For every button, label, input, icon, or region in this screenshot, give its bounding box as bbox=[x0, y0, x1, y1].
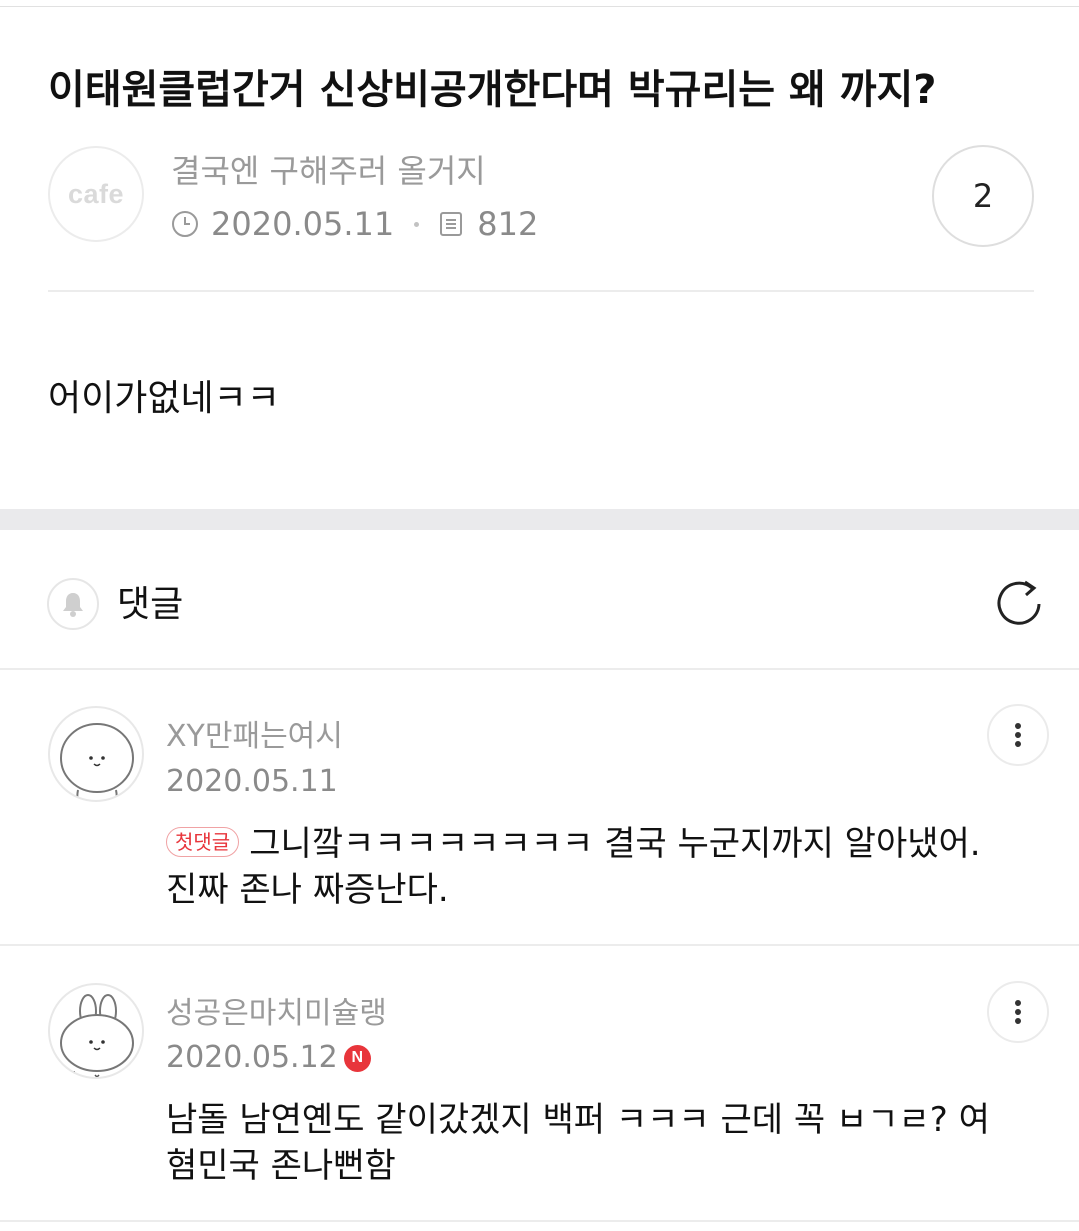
new-badge: N bbox=[343, 1044, 371, 1072]
clock-icon bbox=[171, 210, 199, 238]
post-title: 이태원클럽간거 신상비공개한다며 박규리는 왜 까지? bbox=[48, 67, 937, 113]
more-vertical-icon[interactable] bbox=[987, 704, 1049, 766]
post-meta: 2020.05.11 812 bbox=[171, 201, 538, 247]
cafe-logo: cafe bbox=[67, 178, 125, 209]
rabbit-avatar-icon bbox=[60, 994, 134, 1077]
bear-avatar-icon bbox=[60, 723, 134, 800]
comment-date-text: 2020.05.12 bbox=[166, 1040, 338, 1075]
post-date: 2020.05.11 bbox=[211, 205, 395, 243]
post-body: 어이가없네ㅋㅋ bbox=[48, 378, 280, 419]
commenter-avatar[interactable] bbox=[48, 983, 144, 1079]
comment-count-button[interactable]: 2 bbox=[932, 145, 1034, 247]
post-views: 812 bbox=[477, 205, 539, 243]
post-author[interactable]: 결국엔 구해주러 올거지 bbox=[171, 148, 486, 194]
commenter-avatar[interactable] bbox=[48, 706, 144, 802]
comment-text-line: 혐민국 존나뻔함 bbox=[166, 1146, 396, 1186]
comment-date: 2020.05.12 N bbox=[166, 1037, 371, 1079]
comment-divider bbox=[0, 1220, 1079, 1222]
more-vertical-icon[interactable] bbox=[987, 981, 1049, 1043]
comments-header-divider bbox=[0, 668, 1079, 670]
comment-date-text: 2020.05.11 bbox=[166, 764, 338, 799]
meta-separator bbox=[414, 221, 420, 227]
comment-author[interactable]: 성공은마치미슐랭 bbox=[166, 993, 387, 1035]
comment-date: 2020.05.11 bbox=[166, 761, 338, 803]
comment-text: 그니깤ㅋㅋㅋㅋㅋㅋㅋㅋ 결국 누군지까지 알아냈어. bbox=[249, 824, 981, 864]
header-divider bbox=[48, 290, 1034, 292]
top-divider bbox=[0, 6, 1079, 7]
bell-icon[interactable] bbox=[47, 578, 99, 630]
comment-text-line: 진짜 존나 짜증난다. bbox=[166, 870, 449, 910]
comment-text-line: 남돌 남연옌도 같이갔겠지 백퍼 ㅋㅋㅋ 근데 꼭 ㅂㄱㄹ? 여 bbox=[166, 1100, 990, 1140]
comment-divider bbox=[0, 944, 1079, 946]
comments-heading: 댓글 bbox=[117, 584, 184, 625]
section-separator bbox=[0, 509, 1079, 530]
comment-text-line: 첫댓글 그니깤ㅋㅋㅋㅋㅋㅋㅋㅋ 결국 누군지까지 알아냈어. bbox=[166, 820, 981, 868]
first-comment-badge: 첫댓글 bbox=[166, 827, 240, 857]
cafe-profile-avatar[interactable]: cafe bbox=[48, 146, 144, 242]
refresh-icon[interactable] bbox=[990, 574, 1048, 632]
document-icon bbox=[437, 210, 465, 238]
comment-author[interactable]: XY만패는여시 bbox=[166, 716, 343, 758]
